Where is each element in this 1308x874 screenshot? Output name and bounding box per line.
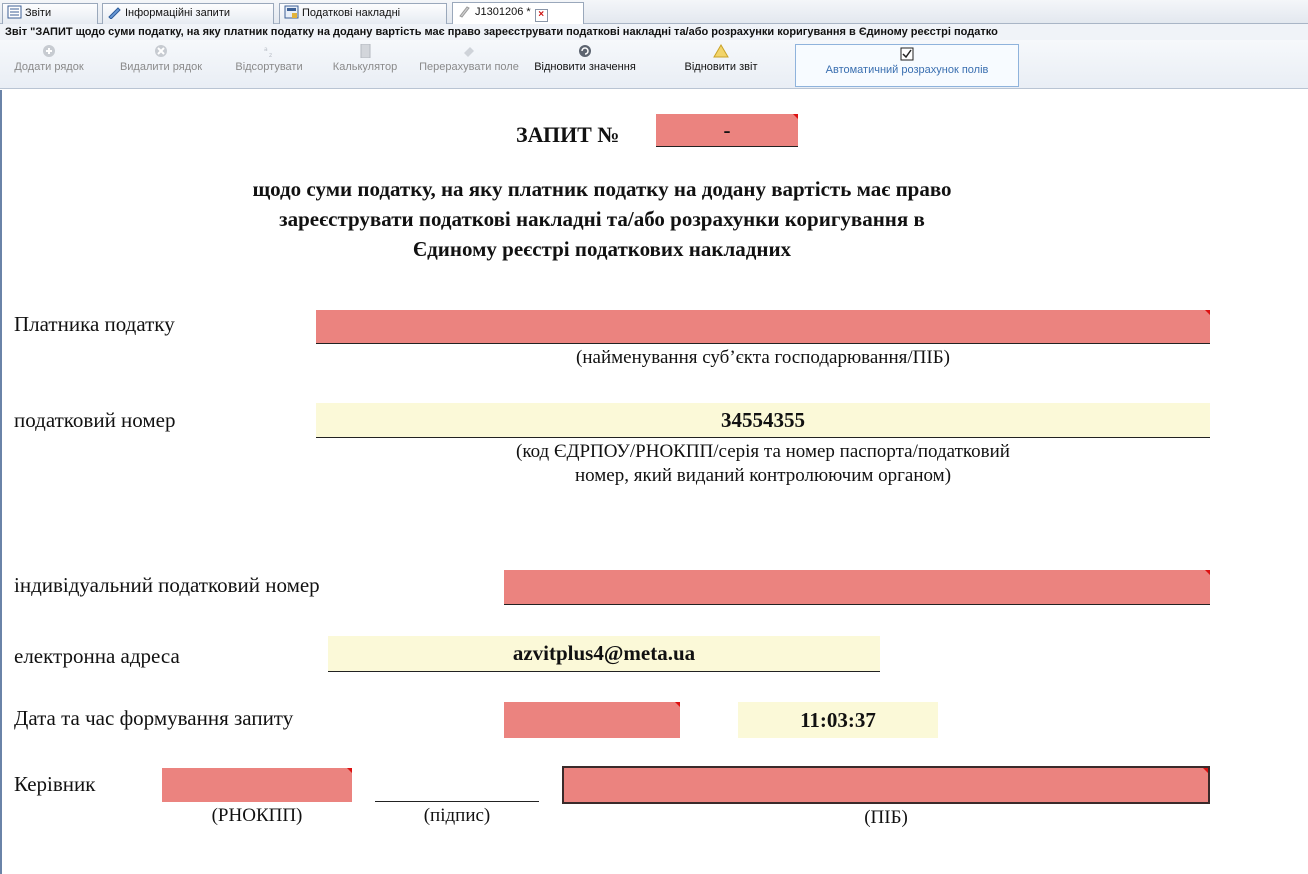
tab-reports-label: Звіти: [25, 7, 52, 19]
signature-hint: (підпис): [423, 805, 491, 826]
director-name-hint: (ПІБ): [864, 807, 908, 828]
tax-number-hint-line-1: (код ЄДРПОУ/РНОКПП/серія та номер паспор…: [516, 441, 1010, 462]
restore-value-button[interactable]: Відновити значення: [526, 42, 644, 86]
subtitle-line-3: Єдиному реєстрі податкових накладних: [412, 237, 792, 261]
request-number-field[interactable]: -: [656, 114, 798, 147]
request-subtitle: щодо суми податку, на яку платник податк…: [102, 174, 1102, 264]
director-rnokpp-hint: (РНОКПП): [211, 805, 303, 826]
document-title: Звіт "ЗАПИТ щодо суми податку, на яку пл…: [0, 24, 1308, 40]
pen-icon: [108, 7, 121, 19]
calculator-icon: [360, 44, 371, 58]
delete-row-button[interactable]: Видалити рядок: [105, 42, 217, 86]
tab-info-requests[interactable]: Інформаційні запити: [102, 3, 274, 24]
subtitle-line-2: зареєструвати податкові накладні та/або …: [279, 207, 925, 231]
sort-icon: a z: [264, 46, 272, 58]
tab-j1301206-label: J1301206 *: [475, 6, 531, 18]
report-form: ЗАПИТ № - щодо суми податку, на яку плат…: [0, 90, 1308, 874]
director-name-field[interactable]: [562, 766, 1210, 804]
tax-number-hint: (код ЄДРПОУ/РНОКПП/серія та номер паспор…: [316, 440, 1210, 488]
svg-text:z: z: [269, 52, 272, 58]
toolbar: Додати рядок Видалити рядок a z Відсорту…: [0, 40, 1308, 89]
delete-circle-icon: [155, 45, 167, 57]
tax-number-hint-line-2: номер, який виданий контролюючим органом…: [574, 465, 952, 486]
tab-tax-invoices[interactable]: Податкові накладні: [279, 3, 447, 24]
warning-icon: [713, 44, 729, 58]
signature-line[interactable]: [375, 801, 539, 802]
director-rnokpp-field[interactable]: [162, 768, 352, 802]
tab-info-requests-label: Інформаційні запити: [125, 7, 231, 19]
checkbox-icon: [900, 47, 914, 61]
request-number-value: -: [723, 118, 731, 142]
tab-reports[interactable]: Звіти: [2, 3, 98, 24]
email-value: azvitplus4@meta.ua: [512, 641, 696, 665]
request-heading: ЗАПИТ №: [516, 122, 620, 147]
ipn-field[interactable]: [504, 570, 1210, 605]
tab-j1301206[interactable]: J1301206 * ×: [452, 2, 584, 24]
plus-circle-icon: [43, 45, 55, 57]
calculator-button[interactable]: Калькулятор: [320, 42, 410, 86]
date-field[interactable]: [504, 702, 680, 738]
email-field[interactable]: azvitplus4@meta.ua: [328, 636, 880, 672]
payer-hint: (найменування суб’єкта господарювання/ПІ…: [576, 347, 950, 368]
tab-strip: Звіти Інформаційні запити Податкові накл…: [0, 0, 1308, 24]
recalc-field-button[interactable]: Перерахувати поле: [414, 42, 524, 86]
director-label: Керівник: [14, 772, 96, 796]
svg-text:a: a: [264, 46, 268, 53]
payer-label: Платника податку: [14, 312, 175, 336]
auto-calc-toggle[interactable]: Автоматичний розрахунок полів: [795, 44, 1019, 87]
subtitle-line-1: щодо суми податку, на яку платник податк…: [252, 177, 952, 201]
tax-number-value: 34554355: [721, 408, 805, 432]
tab-tax-invoices-label: Податкові накладні: [302, 7, 401, 19]
report-icon: [7, 5, 22, 19]
add-row-button[interactable]: Додати рядок: [0, 42, 98, 86]
eraser-icon: [464, 47, 474, 57]
time-field[interactable]: 11:03:37: [738, 702, 938, 738]
refresh-icon: [579, 45, 591, 57]
datetime-label: Дата та час формування запиту: [14, 706, 294, 730]
restore-report-button[interactable]: Відновити звіт: [648, 42, 794, 86]
payer-name-field[interactable]: [316, 310, 1210, 344]
time-value: 11:03:37: [800, 708, 876, 732]
email-label: електронна адреса: [14, 644, 180, 668]
tax-number-field[interactable]: 34554355: [316, 403, 1210, 438]
sort-button[interactable]: a z Відсортувати: [223, 42, 315, 86]
close-icon[interactable]: ×: [534, 9, 548, 22]
tax-number-label: податковий номер: [14, 408, 176, 432]
ipn-label: індивідуальний податковий номер: [14, 573, 320, 597]
invoice-icon: [284, 5, 299, 19]
edit-icon: [459, 6, 470, 18]
